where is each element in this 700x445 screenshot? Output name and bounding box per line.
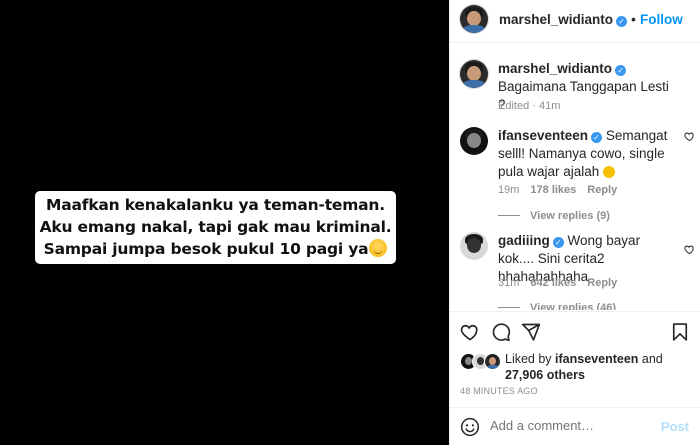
comment-icon[interactable] <box>491 322 511 342</box>
verified-badge-icon: ✓ <box>591 132 603 143</box>
likes-text: Liked by ifanseventeen and 27,906 others <box>505 351 690 383</box>
comment-item: gadiiing ✓ Wong bayar kok.... Sini cerita… <box>460 232 695 310</box>
likes-user-link[interactable]: ifanseventeen <box>555 352 638 366</box>
post-header: marshel_widianto ✓ • Follow <box>450 0 700 43</box>
comment-meta: 19m 178 likes Reply <box>498 184 628 196</box>
comment-like-heart-icon[interactable] <box>684 131 695 142</box>
comment-like-count[interactable]: 178 likes <box>530 184 576 196</box>
comment-username[interactable]: ifanseventeen <box>498 128 588 143</box>
comment-body: ifanseventeen ✓ Semangat selll! Namanya c… <box>498 127 678 181</box>
author-avatar[interactable] <box>460 5 488 33</box>
liker-avatars <box>460 353 504 371</box>
bookmark-icon[interactable] <box>670 322 690 342</box>
view-replies-button[interactable]: View replies (46) <box>498 302 616 310</box>
comment-username[interactable]: gadiiing <box>498 233 550 248</box>
post-comment-button[interactable]: Post <box>661 419 689 434</box>
header-separator: • <box>631 11 636 27</box>
liker-avatar[interactable] <box>484 353 501 370</box>
caption-meta: Edited · 41m <box>498 100 571 112</box>
commenter-avatar[interactable] <box>460 232 488 260</box>
likes-others-link[interactable]: 27,906 others <box>505 368 585 382</box>
image-text-line-3: Sampai jumpa besok pukul 10 pagi ya <box>43 240 369 258</box>
comment-time: 19m <box>498 184 520 196</box>
post-side-panel: marshel_widianto ✓ • Follow marshel_widiant… <box>449 0 700 445</box>
comment-like-count[interactable]: 642 likes <box>530 277 576 289</box>
post-media: Maafkan kenakalanku ya teman-teman. Aku … <box>0 0 449 445</box>
smiley-icon[interactable] <box>460 417 480 437</box>
caption-username[interactable]: marshel_widianto <box>498 61 612 76</box>
verified-badge-icon: ✓ <box>616 16 628 27</box>
image-text-line-2: Aku emang nakal, tapi gak mau kriminal. <box>39 218 392 236</box>
comment-like-heart-icon[interactable] <box>684 244 695 255</box>
image-text-line-3-wrap: Sampai jumpa besok pukul 10 pagi ya <box>35 238 396 260</box>
add-comment-bar: Post <box>450 407 700 445</box>
image-text-line-1: Maafkan kenakalanku ya teman-teman. <box>46 196 385 214</box>
heart-icon[interactable] <box>460 322 480 342</box>
view-replies-button[interactable]: View replies (9) <box>498 210 610 222</box>
header-user-line: marshel_widianto ✓ • Follow <box>499 11 683 27</box>
comment-item: ifanseventeen ✓ Semangat selll! Namanya c… <box>460 127 695 227</box>
verified-badge-icon: ✓ <box>615 65 627 76</box>
verified-badge-icon: ✓ <box>552 237 564 248</box>
grinning-face-emoji-icon <box>603 166 616 178</box>
likes-and: and <box>641 352 663 366</box>
comment-reply-button[interactable]: Reply <box>587 184 617 196</box>
post-timestamp[interactable]: 48 MINUTES AGO <box>460 386 538 396</box>
image-text-card: Maafkan kenakalanku ya teman-teman. Aku … <box>35 191 396 264</box>
comment-reply-button[interactable]: Reply <box>587 277 617 289</box>
follow-button[interactable]: Follow <box>640 12 683 27</box>
caption-author-avatar[interactable] <box>460 60 488 88</box>
post-actions-bar <box>450 311 700 351</box>
share-icon[interactable] <box>521 322 541 342</box>
comment-input[interactable] <box>490 418 650 433</box>
smiling-face-emoji-icon <box>369 239 388 257</box>
likes-prefix: Liked by <box>505 352 552 366</box>
comment-meta: 31m 642 likes Reply <box>498 277 628 289</box>
comments-list[interactable]: marshel_widianto ✓ Bagaimana Tanggapan Le… <box>450 44 700 310</box>
comment-time: 31m <box>498 277 520 289</box>
caption-edited-time: Edited · 41m <box>498 100 561 112</box>
header-username[interactable]: marshel_widianto <box>499 12 613 27</box>
caption-comment: marshel_widianto ✓ Bagaimana Tanggapan Le… <box>460 60 695 120</box>
commenter-avatar[interactable] <box>460 127 488 155</box>
